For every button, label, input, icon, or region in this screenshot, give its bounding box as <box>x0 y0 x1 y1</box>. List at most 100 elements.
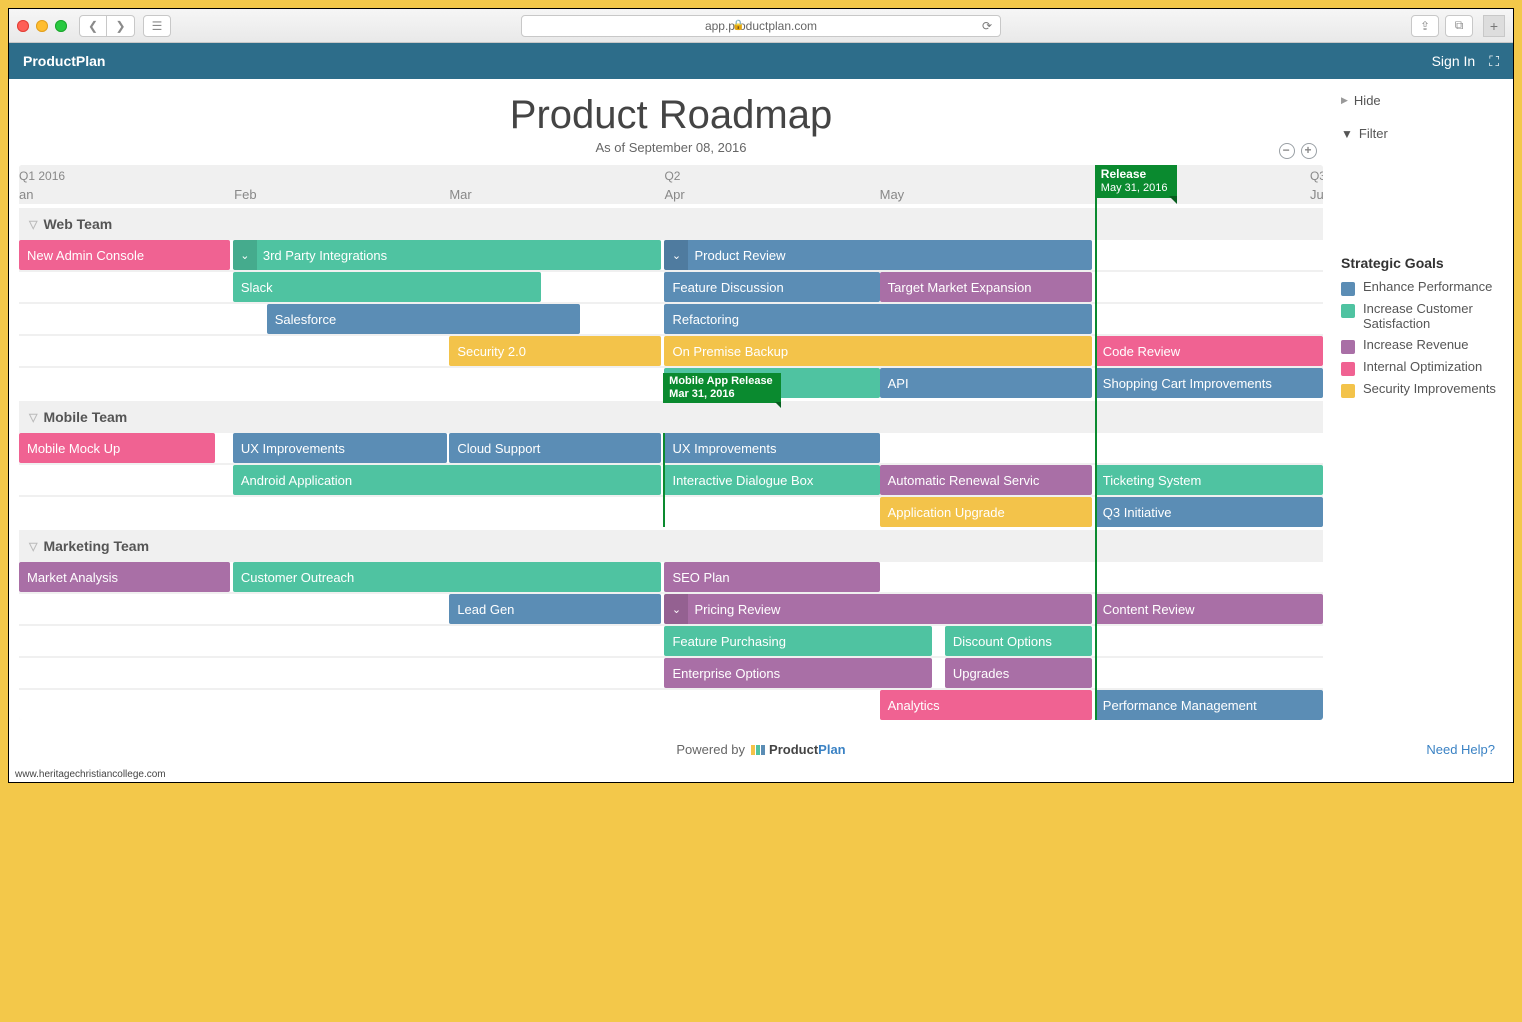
roadmap-bar[interactable]: Upgrades <box>945 658 1092 688</box>
quarter-label: Q2 <box>664 169 680 183</box>
close-window-icon[interactable] <box>17 20 29 32</box>
legend-item[interactable]: Security Improvements <box>1341 379 1501 401</box>
timeline-row: Mobile Mock Up UX ImprovementsCloud Suppo… <box>19 433 1323 463</box>
back-button[interactable]: ❮ <box>79 15 107 37</box>
productplan-logo[interactable]: ProductPlan <box>751 742 846 757</box>
window-controls <box>17 20 67 32</box>
legend-swatch <box>1341 282 1355 296</box>
roadmap-bar[interactable]: Feature Discussion <box>664 272 879 302</box>
roadmap-bar[interactable]: API <box>880 368 1093 398</box>
url-text: app.productplan.com <box>705 19 817 33</box>
page-subtitle: As of September 08, 2016 <box>9 140 1333 155</box>
roadmap-bar[interactable]: ⌄3rd Party Integrations <box>233 240 661 270</box>
timeline-row: Feature Purchasing Discount Options <box>19 626 1323 656</box>
roadmap-bar[interactable]: Content Review <box>1095 594 1323 624</box>
fullscreen-icon[interactable]: ⛶ <box>1489 53 1499 70</box>
app-header: ProductPlan Sign In ⛶ <box>9 43 1513 79</box>
roadmap-bar[interactable]: Feature Purchasing <box>664 626 931 656</box>
footer: Powered by ProductPlan Need Help? <box>9 726 1513 767</box>
roadmap-bar[interactable]: Interactive Dialogue Box <box>664 465 879 495</box>
roadmap-bar[interactable]: Enterprise Options <box>664 658 931 688</box>
month-label: an <box>19 187 33 202</box>
page-title: Product Roadmap <box>9 93 1333 138</box>
timeline-row: Market AnalysisCustomer OutreachSEO Plan <box>19 562 1323 592</box>
swimlane-header[interactable]: ▽Web Team <box>19 205 1323 240</box>
forward-button[interactable]: ❯ <box>107 15 135 37</box>
lock-icon: 🔒 <box>732 20 744 31</box>
roadmap-bar[interactable]: New Admin Console <box>19 240 230 270</box>
swimlane-header[interactable]: ▽Mobile TeamMobile App ReleaseMar 31, 20… <box>19 398 1323 433</box>
roadmap-bar[interactable]: Refactoring <box>664 304 1092 334</box>
month-label: Apr <box>664 187 684 202</box>
roadmap-bar[interactable]: Customer Outreach <box>233 562 661 592</box>
roadmap-bar[interactable]: UX Improvements <box>233 433 447 463</box>
release-marker-tag[interactable]: Release May 31, 2016 <box>1095 165 1178 198</box>
month-label: Mar <box>449 187 471 202</box>
roadmap-bar[interactable]: Shopping Cart Improvements <box>1095 368 1323 398</box>
minimize-window-icon[interactable] <box>36 20 48 32</box>
zoom-out-button[interactable]: − <box>1279 143 1295 159</box>
help-link[interactable]: Need Help? <box>1426 742 1495 757</box>
timeline-row: Lead Gen⌄Pricing ReviewContent ReviewP <box>19 594 1323 624</box>
roadmap-bar[interactable]: UX Improvements <box>664 433 879 463</box>
address-bar[interactable]: 🔒 app.productplan.com ⟳ <box>521 15 1001 37</box>
roadmap-bar[interactable]: Lead Gen <box>449 594 660 624</box>
timeline-row: Android ApplicationInteractive Dialogue … <box>19 465 1323 495</box>
filter-button[interactable]: ▼ Filter <box>1341 122 1501 145</box>
roadmap-bar[interactable]: Security 2.0 <box>449 336 660 366</box>
hide-panel-button[interactable]: ▶ Hide <box>1341 89 1501 112</box>
roadmap-bar[interactable]: SEO Plan <box>664 562 879 592</box>
roadmap-bar[interactable]: Performance Management <box>1095 690 1323 720</box>
month-label: May <box>880 187 905 202</box>
filter-icon: ▼ <box>1341 127 1353 141</box>
roadmap-bar[interactable]: Analytics <box>880 690 1093 720</box>
roadmap-bar[interactable]: Target Market Expansion <box>880 272 1093 302</box>
roadmap-bar[interactable]: Ticketing System <box>1095 465 1323 495</box>
legend-item[interactable]: Enhance Performance <box>1341 277 1501 299</box>
legend-item[interactable]: Internal Optimization <box>1341 357 1501 379</box>
roadmap-bar[interactable]: Q3 Initiative <box>1095 497 1323 527</box>
roadmap-bar[interactable]: On Premise Backup <box>664 336 1092 366</box>
maximize-window-icon[interactable] <box>55 20 67 32</box>
roadmap-bar[interactable]: Android Application <box>233 465 661 495</box>
legend-swatch <box>1341 362 1355 376</box>
roadmap-bar[interactable]: ⌄Pricing Review <box>664 594 1092 624</box>
sidebar-toggle-button[interactable]: ☰ <box>143 15 171 37</box>
roadmap-bar[interactable]: ⌄Product Review <box>664 240 1092 270</box>
roadmap-bar[interactable]: Application Upgrade <box>880 497 1093 527</box>
timeline: Q1 2016Q2Q3anFebMarAprMayJul ▽Web TeamNe… <box>19 165 1323 720</box>
timeline-row: Security 2.0On Premise BackupCode Review <box>19 336 1323 366</box>
share-button[interactable]: ⇪ <box>1411 15 1439 37</box>
tabs-button[interactable]: ⧉ <box>1445 15 1473 37</box>
roadmap-bar[interactable]: Slack <box>233 272 541 302</box>
zoom-in-button[interactable]: + <box>1301 143 1317 159</box>
sign-in-link[interactable]: Sign In <box>1432 53 1476 69</box>
milestone-flag[interactable]: Mobile App ReleaseMar 31, 2016 <box>663 373 781 403</box>
roadmap-bar[interactable]: Code Review <box>1095 336 1323 366</box>
roadmap-bar[interactable]: Automatic Renewal Servic <box>880 465 1093 495</box>
reload-icon[interactable]: ⟳ <box>982 19 992 33</box>
quarter-label: Q1 2016 <box>19 169 65 183</box>
legend-swatch <box>1341 384 1355 398</box>
roadmap-bar[interactable]: Salesforce <box>267 304 580 334</box>
swimlane-header[interactable]: ▽Marketing Team <box>19 527 1323 562</box>
chevron-down-icon: ⌄ <box>664 594 688 624</box>
chevron-down-icon: ⌄ <box>664 240 688 270</box>
timeline-row: Application UpgradeQ3 Initiative <box>19 497 1323 527</box>
new-tab-button[interactable]: + <box>1483 15 1505 37</box>
attribution-text: www.heritagechristiancollege.com <box>9 767 1513 782</box>
zoom-controls: − + <box>1279 141 1317 159</box>
roadmap-bar[interactable]: Market Analysis <box>19 562 230 592</box>
chevron-right-icon: ▶ <box>1341 95 1348 106</box>
legend-item[interactable]: Increase Revenue <box>1341 335 1501 357</box>
timeline-row: New Admin Console⌄3rd Party Integrations… <box>19 240 1323 270</box>
legend-item[interactable]: Increase Customer Satisfaction <box>1341 299 1501 335</box>
month-label: Feb <box>234 187 256 202</box>
legend-swatch <box>1341 304 1355 318</box>
timeline-row: Enterprise Options Upgrades <box>19 658 1323 688</box>
roadmap-bar[interactable]: Mobile Mock Up <box>19 433 215 463</box>
release-marker-line <box>1095 165 1097 720</box>
roadmap-bar[interactable]: Cloud Support <box>449 433 660 463</box>
timeline-row: Salesforce Refactoring <box>19 304 1323 334</box>
roadmap-bar[interactable]: Discount Options <box>945 626 1092 656</box>
